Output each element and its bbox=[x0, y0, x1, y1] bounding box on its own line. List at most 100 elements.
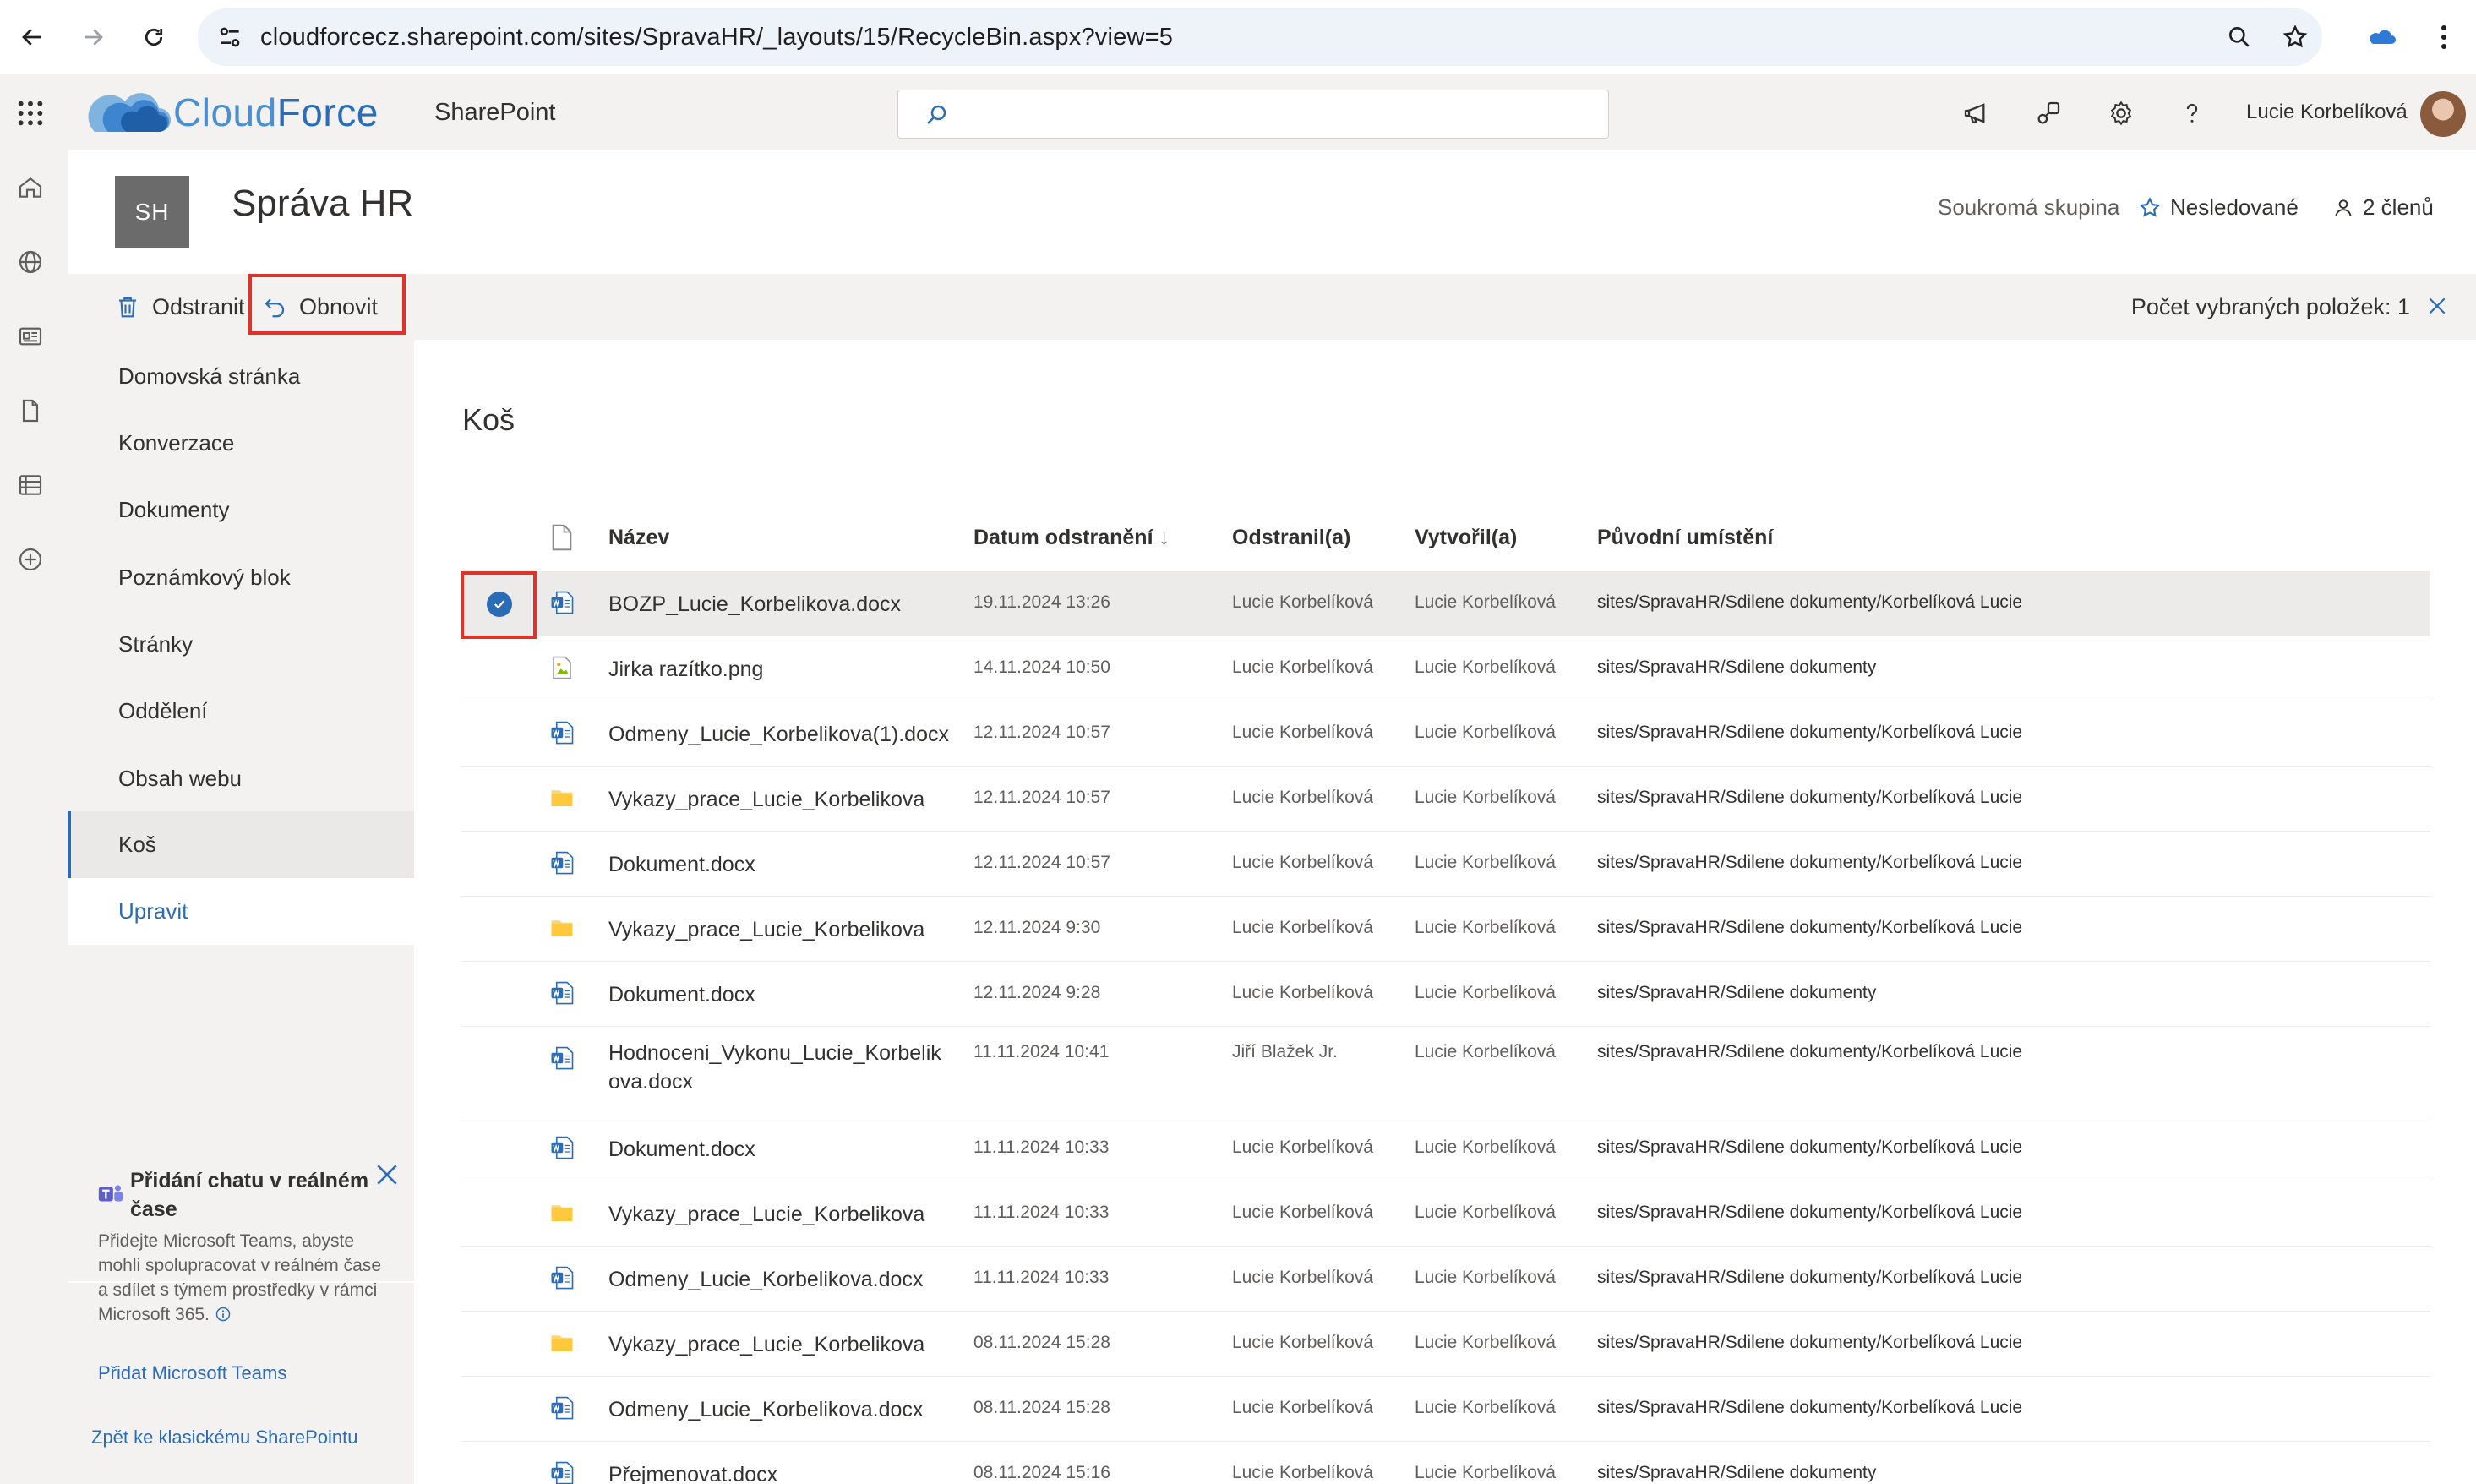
nav-item-recycle-bin[interactable]: Koš bbox=[68, 811, 414, 878]
row-file-name[interactable]: Odmeny_Lucie_Korbelikova.docx bbox=[608, 1395, 923, 1424]
table-row[interactable]: Vykazy_prace_Lucie_Korbelikova 12.11.2024… bbox=[461, 767, 2430, 832]
row-file-name[interactable]: BOZP_Lucie_Korbelikova.docx bbox=[608, 590, 901, 619]
column-header-created-by[interactable]: Vytvořil(a) bbox=[1415, 526, 1517, 550]
row-file-name[interactable]: Vykazy_prace_Lucie_Korbelikova bbox=[608, 1330, 924, 1359]
table-row[interactable]: Odmeny_Lucie_Korbelikova.docx 11.11.2024 … bbox=[461, 1247, 2430, 1312]
site-title[interactable]: Správa HR bbox=[232, 183, 413, 225]
user-name[interactable]: Lucie Korbelíková bbox=[2246, 74, 2408, 150]
nav-edit-link[interactable]: Upravit bbox=[68, 878, 414, 945]
table-row[interactable]: Odmeny_Lucie_Korbelikova(1).docx 12.11.20… bbox=[461, 701, 2430, 767]
app-name[interactable]: SharePoint bbox=[434, 74, 556, 150]
site-logo[interactable]: SH bbox=[115, 176, 189, 248]
row-file-name[interactable]: Dokument.docx bbox=[608, 850, 755, 879]
word-document-icon bbox=[549, 980, 575, 1006]
brand-part-cloud: Cloud bbox=[173, 90, 277, 134]
column-header-deleted-by[interactable]: Odstranil(a) bbox=[1232, 526, 1350, 550]
brand-name[interactable]: CloudForce bbox=[173, 74, 379, 150]
nav-item-pages[interactable]: Stránky bbox=[68, 611, 414, 678]
members-button[interactable]: 2 členů bbox=[2332, 194, 2434, 221]
row-file-name[interactable]: Dokument.docx bbox=[608, 980, 755, 1009]
row-created-by: Lucie Korbelíková bbox=[1415, 983, 1556, 1002]
help-icon[interactable] bbox=[2175, 96, 2209, 130]
clear-selection-close-icon[interactable] bbox=[2422, 291, 2452, 321]
table-row[interactable]: Přejmenovat.docx 08.11.2024 15:16 Lucie Ko… bbox=[461, 1442, 2430, 1484]
table-row[interactable]: Vykazy_prace_Lucie_Korbelikova 11.11.2024… bbox=[461, 1181, 2430, 1247]
reload-icon[interactable] bbox=[135, 19, 172, 56]
trash-icon bbox=[119, 297, 136, 318]
row-file-name[interactable]: Hodnoceni_Vykonu_Lucie_Korbelik ova.docx bbox=[608, 1039, 941, 1096]
news-icon[interactable] bbox=[14, 319, 47, 353]
user-avatar[interactable] bbox=[2420, 91, 2466, 137]
info-icon[interactable] bbox=[215, 1306, 232, 1323]
table-row[interactable]: Dokument.docx 11.11.2024 10:33 Lucie Korbe… bbox=[461, 1116, 2430, 1181]
add-teams-link[interactable]: Přidat Microsoft Teams bbox=[98, 1362, 286, 1384]
classic-sharepoint-link[interactable]: Zpět ke klasickému SharePointu bbox=[91, 1427, 358, 1449]
onedrive-extension-icon[interactable] bbox=[2363, 19, 2400, 56]
browser-menu-icon[interactable] bbox=[2425, 19, 2462, 56]
search-input[interactable] bbox=[897, 90, 1609, 139]
row-original-location: sites/SpravaHR/Sdilene dokumenty bbox=[1597, 983, 1877, 1002]
row-deleted-by: Lucie Korbelíková bbox=[1232, 592, 1373, 612]
follow-button[interactable]: Nesledované bbox=[2138, 194, 2299, 221]
home-icon[interactable] bbox=[14, 171, 47, 205]
column-header-name[interactable]: Název bbox=[608, 526, 669, 550]
brand-part-force: Force bbox=[276, 90, 379, 134]
teams-card-close-icon[interactable] bbox=[374, 1161, 401, 1188]
selected-count: Počet vybraných položek: 1 bbox=[2130, 294, 2410, 319]
file-type-header-icon[interactable] bbox=[551, 524, 573, 551]
settings-gear-icon[interactable] bbox=[2104, 96, 2138, 130]
row-deleted-date: 12.11.2024 9:30 bbox=[973, 918, 1101, 937]
row-file-name[interactable]: Jirka razítko.png bbox=[608, 655, 763, 684]
browser-toolbar: cloudforcecz.sharepoint.com/sites/Sprava… bbox=[0, 0, 2476, 74]
app-launcher-icon[interactable] bbox=[14, 96, 47, 130]
word-document-icon bbox=[549, 1135, 575, 1160]
row-file-name[interactable]: Vykazy_prace_Lucie_Korbelikova bbox=[608, 915, 924, 944]
column-header-original-location[interactable]: Původní umístění bbox=[1597, 526, 1773, 550]
share-network-icon[interactable] bbox=[2032, 96, 2065, 130]
row-deleted-date: 11.11.2024 10:41 bbox=[973, 1042, 1110, 1061]
nav-item-documents[interactable]: Dokumenty bbox=[68, 477, 414, 543]
row-file-name[interactable]: Odmeny_Lucie_Korbelikova(1).docx bbox=[608, 720, 949, 749]
restore-highlight-box bbox=[248, 274, 406, 335]
back-arrow-icon[interactable] bbox=[14, 19, 51, 56]
table-row[interactable]: Vykazy_prace_Lucie_Korbelikova 12.11.2024… bbox=[461, 897, 2430, 962]
row-deleted-date: 08.11.2024 15:16 bbox=[973, 1463, 1110, 1482]
zoom-icon[interactable] bbox=[2226, 24, 2253, 51]
nav-item-departments[interactable]: Oddělení bbox=[68, 678, 414, 745]
row-deleted-by: Lucie Korbelíková bbox=[1232, 1398, 1373, 1417]
table-row[interactable]: Vykazy_prace_Lucie_Korbelikova 08.11.2024… bbox=[461, 1312, 2430, 1377]
create-plus-icon[interactable] bbox=[14, 543, 47, 576]
url-text: cloudforcecz.sharepoint.com/sites/Sprava… bbox=[260, 24, 1174, 51]
row-file-name[interactable]: Vykazy_prace_Lucie_Korbelikova bbox=[608, 785, 924, 814]
row-file-name[interactable]: Vykazy_prace_Lucie_Korbelikova bbox=[608, 1200, 924, 1229]
address-bar[interactable]: cloudforcecz.sharepoint.com/sites/Sprava… bbox=[198, 8, 2322, 66]
row-file-name[interactable]: Odmeny_Lucie_Korbelikova.docx bbox=[608, 1265, 923, 1294]
nav-item-conversations[interactable]: Konverzace bbox=[68, 410, 414, 477]
delete-button[interactable]: Odstranit bbox=[115, 274, 245, 340]
row-deleted-by: Lucie Korbelíková bbox=[1232, 1463, 1373, 1482]
column-header-deleted-date[interactable]: Datum odstranění ↓ bbox=[973, 526, 1170, 550]
row-file-name[interactable]: Přejmenovat.docx bbox=[608, 1460, 777, 1484]
table-row[interactable]: Jirka razítko.png 14.11.2024 10:50 Lucie K… bbox=[461, 636, 2430, 701]
row-original-location: sites/SpravaHR/Sdilene dokumenty bbox=[1597, 657, 1877, 677]
forward-arrow-icon[interactable] bbox=[74, 19, 112, 56]
table-row[interactable]: Dokument.docx 12.11.2024 9:28 Lucie Korbel… bbox=[461, 962, 2430, 1027]
file-icon[interactable] bbox=[14, 394, 47, 428]
site-header: SH Správa HR Soukromá skupina Nesledovan… bbox=[68, 150, 2476, 274]
nav-item-site-contents[interactable]: Obsah webu bbox=[68, 745, 414, 812]
table-row[interactable]: Hodnoceni_Vykonu_Lucie_Korbelik ova.docx 1… bbox=[461, 1027, 2430, 1116]
row-created-by: Lucie Korbelíková bbox=[1415, 1203, 1556, 1222]
nav-item-home[interactable]: Domovská stránka bbox=[68, 343, 414, 410]
row-file-name[interactable]: Dokument.docx bbox=[608, 1135, 755, 1164]
site-info-icon[interactable] bbox=[216, 24, 243, 51]
megaphone-icon[interactable] bbox=[1959, 96, 1993, 130]
table-row[interactable]: BOZP_Lucie_Korbelikova.docx 19.11.2024 13… bbox=[461, 571, 2430, 636]
bookmark-star-icon[interactable] bbox=[2282, 24, 2309, 51]
table-row[interactable]: Dokument.docx 12.11.2024 10:57 Lucie Korbe… bbox=[461, 832, 2430, 897]
table-row[interactable]: Odmeny_Lucie_Korbelikova.docx 08.11.2024 … bbox=[461, 1377, 2430, 1442]
nav-item-notebook[interactable]: Poznámkový blok bbox=[68, 544, 414, 611]
globe-icon[interactable] bbox=[14, 245, 47, 279]
column-header-deleted-date-label: Datum odstranění bbox=[973, 526, 1153, 549]
list-icon[interactable] bbox=[14, 468, 47, 502]
row-original-location: sites/SpravaHR/Sdilene dokumenty/Korbelí… bbox=[1597, 918, 2023, 937]
